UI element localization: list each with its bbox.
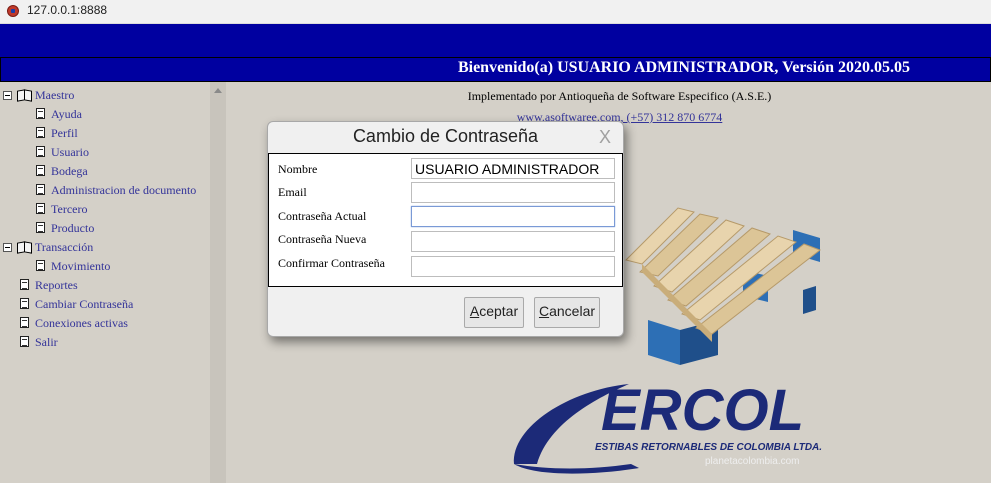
document-icon xyxy=(36,108,45,119)
document-icon xyxy=(36,165,45,176)
close-icon[interactable]: X xyxy=(599,127,611,148)
aceptar-label: ceptar xyxy=(479,303,519,319)
contrasena-nueva-label: Contraseña Nueva xyxy=(278,232,367,246)
sidebar-item-label: Bodega xyxy=(51,164,88,178)
change-password-dialog: Cambio de Contraseña X Nombre Email Cont… xyxy=(267,121,624,337)
collapse-minus-icon[interactable] xyxy=(3,91,12,100)
email-label: Email xyxy=(278,185,307,199)
document-icon xyxy=(36,146,45,157)
sidebar-item-label: Transacción xyxy=(35,240,94,254)
contrasena-actual-label: Contraseña Actual xyxy=(278,209,367,223)
sidebar-item-label: Salir xyxy=(35,335,58,349)
cancelar-button[interactable]: Cancelar xyxy=(534,297,600,328)
collapse-minus-icon[interactable] xyxy=(3,243,12,252)
pallet-image xyxy=(625,207,822,365)
confirmar-contrasena-label: Confirmar Contraseña xyxy=(278,256,385,270)
document-icon xyxy=(36,222,45,233)
dialog-titlebar[interactable]: Cambio de Contraseña X xyxy=(268,122,623,151)
implemented-by-text: Implementado por Antioqueña de Software … xyxy=(467,89,772,103)
address-url[interactable]: 127.0.0.1:8888 xyxy=(27,3,107,17)
sidebar-item-label: Administracion de documento xyxy=(51,183,197,197)
logo-tagline: ESTIBAS RETORNABLES DE COLOMBIA LTDA. xyxy=(595,442,822,453)
top-banner xyxy=(0,24,991,57)
sidebar-item-label: Reportes xyxy=(35,278,78,292)
document-icon xyxy=(36,127,45,138)
sidebar-scrollbar[interactable] xyxy=(210,82,226,483)
scroll-up-arrow-icon[interactable] xyxy=(214,88,222,93)
sidebar-item-label: Usuario xyxy=(51,145,89,159)
confirmar-contrasena-field[interactable] xyxy=(411,256,615,277)
welcome-bar: Bienvenido(a) USUARIO ADMINISTRADOR, Ver… xyxy=(0,57,991,82)
sidebar-item-label: Cambiar Contraseña xyxy=(35,297,134,311)
pallet-boards xyxy=(625,207,822,342)
browser-address-bar: 127.0.0.1:8888 xyxy=(0,0,991,24)
sidebar-menu: Maestro Ayuda Perfil Usuario Bodega Admi… xyxy=(0,82,210,483)
welcome-text: Bienvenido(a) USUARIO ADMINISTRADOR, Ver… xyxy=(457,59,910,76)
ercol-logo: ERCOL ESTIBAS RETORNABLES DE COLOMBIA LT… xyxy=(513,378,822,474)
email-field[interactable] xyxy=(411,182,615,203)
open-book-icon xyxy=(17,89,31,100)
sidebar-item-label: Tercero xyxy=(51,202,88,216)
document-icon xyxy=(20,279,29,290)
nombre-label: Nombre xyxy=(278,162,318,176)
logo-brand: ERCOL xyxy=(601,378,804,443)
sidebar-item-label: Maestro xyxy=(35,88,75,102)
document-icon xyxy=(36,203,45,214)
sidebar-item-label: Producto xyxy=(51,221,95,235)
document-icon xyxy=(36,260,45,271)
nombre-field[interactable] xyxy=(411,158,615,179)
sidebar-item-label: Perfil xyxy=(51,126,78,140)
contrasena-nueva-field[interactable] xyxy=(411,231,615,252)
document-icon xyxy=(36,184,45,195)
dialog-title: Cambio de Contraseña xyxy=(352,126,539,146)
contrasena-actual-field[interactable] xyxy=(411,206,615,227)
aceptar-button[interactable]: Aceptar xyxy=(464,297,524,328)
document-icon xyxy=(20,298,29,309)
cancelar-label: ancelar xyxy=(549,303,596,319)
dialog-form: Nombre Email Contraseña Actual Contraseñ… xyxy=(268,153,623,287)
document-icon xyxy=(20,336,29,347)
cancelar-accel-key: C xyxy=(538,303,550,319)
site-favicon-icon xyxy=(7,5,19,17)
logo-site: planetacolombia.com xyxy=(705,456,800,467)
sidebar-item-label: Conexiones activas xyxy=(35,316,128,330)
sidebar-item-label: Ayuda xyxy=(51,107,82,121)
document-icon xyxy=(20,317,29,328)
sidebar-item-label: Movimiento xyxy=(51,259,111,273)
open-book-icon xyxy=(17,241,31,252)
aceptar-accel-key: A xyxy=(469,303,480,319)
